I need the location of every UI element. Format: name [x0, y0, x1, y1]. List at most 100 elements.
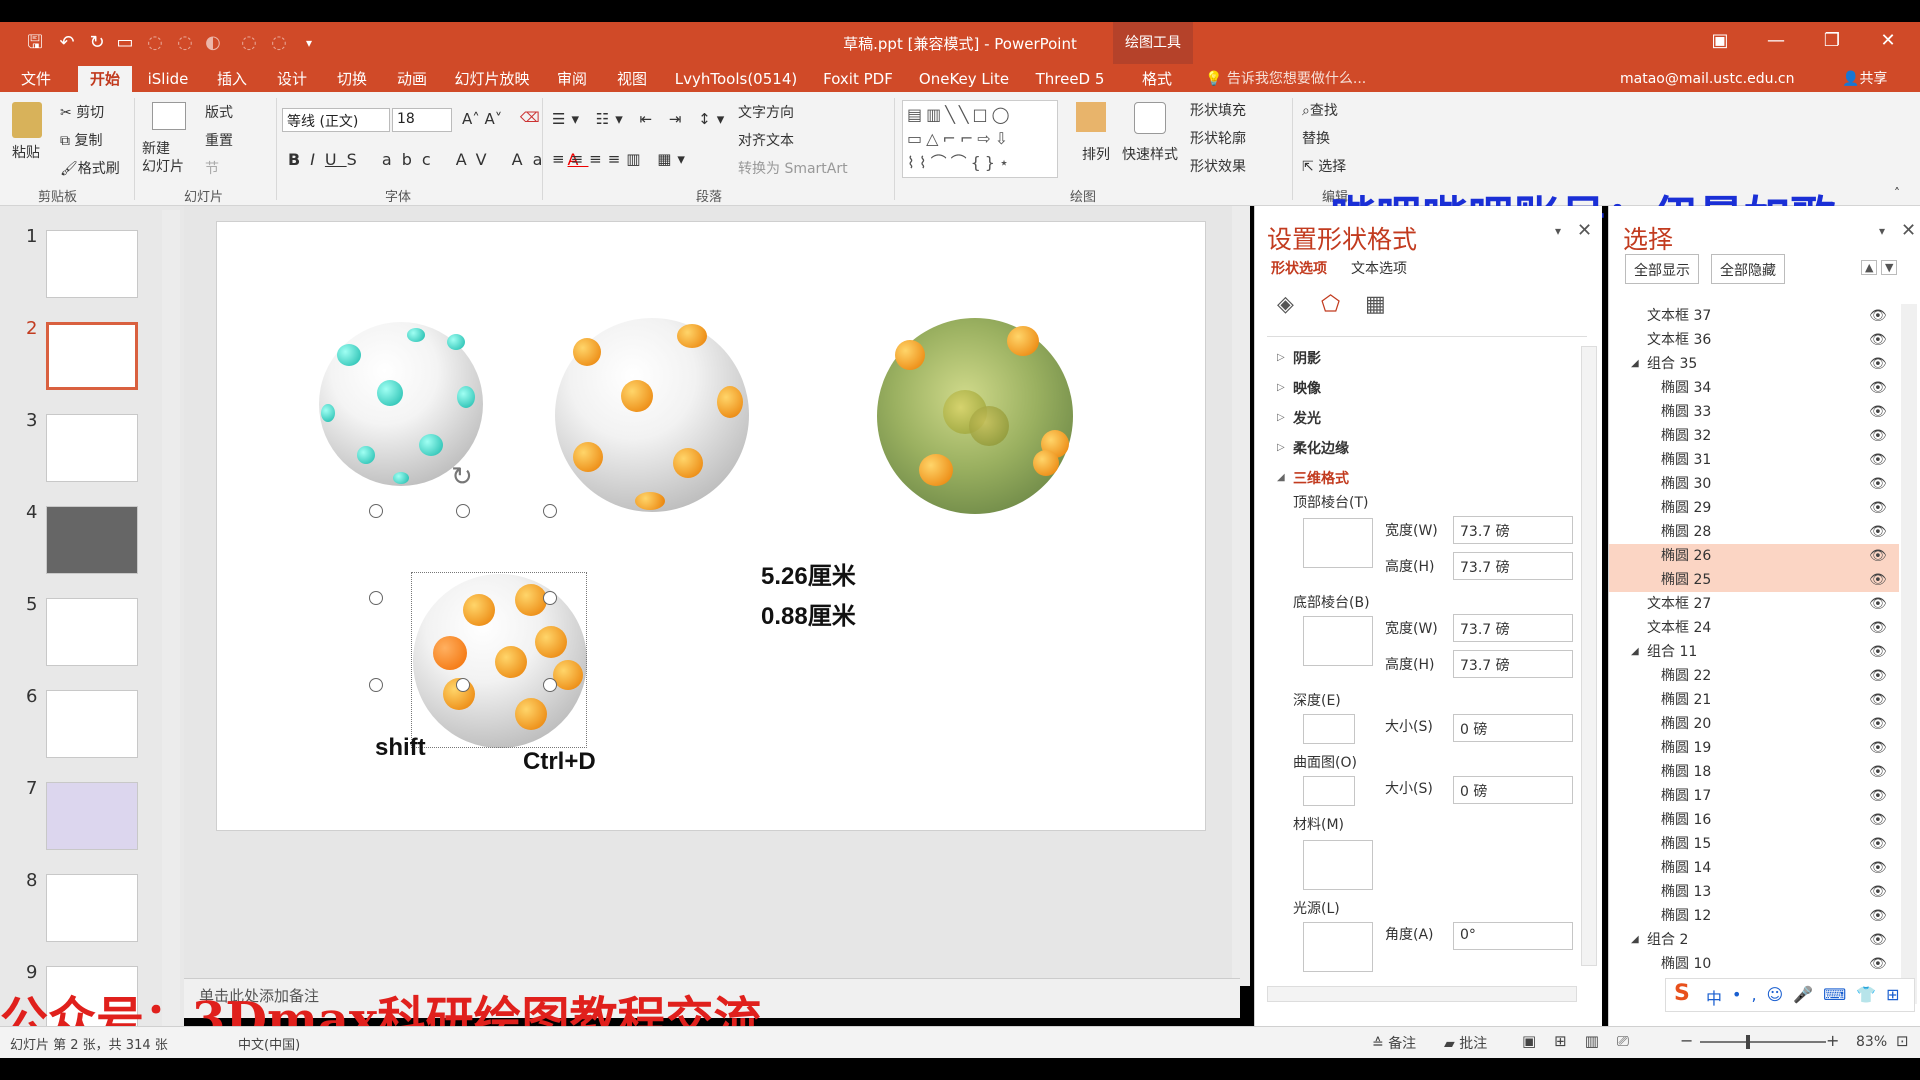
select-button[interactable]: ⇱ 选择 — [1302, 156, 1346, 176]
shape-effects-button[interactable]: 形状效果 — [1190, 156, 1246, 176]
tab-file[interactable]: 文件 — [12, 66, 60, 92]
selection-list-item[interactable]: 椭圆 33 👁 — [1609, 400, 1899, 424]
selection-list-item[interactable]: 文本框 27 👁 — [1609, 592, 1899, 616]
tab-lvyhtools[interactable]: LvyhTools(0514) — [672, 66, 800, 92]
selection-list-item[interactable]: 椭圆 31 👁 — [1609, 448, 1899, 472]
collapse-ribbon-icon[interactable]: ˄ — [1894, 186, 1900, 200]
arrange-button[interactable]: 排列 — [1082, 144, 1110, 164]
tab-review[interactable]: 审阅 — [550, 66, 594, 92]
section-button[interactable]: 节 — [205, 158, 219, 178]
top-bevel-height-input[interactable]: 73.7 磅 — [1453, 552, 1573, 580]
shape-outline-button[interactable]: 形状轮廓 — [1190, 128, 1246, 148]
selection-pane-scrollbar[interactable] — [1901, 304, 1917, 1004]
new-slide-button[interactable]: 新建 幻灯片 — [142, 140, 184, 176]
format-pane-scrollbar[interactable] — [1581, 346, 1597, 966]
collapse-icon[interactable]: ◢ — [1631, 928, 1639, 952]
section-3d-format[interactable]: 三维格式 — [1293, 468, 1349, 488]
font-name-select[interactable]: 等线 (正文) — [282, 108, 390, 132]
grow-font-icon[interactable]: A˄ A˅ — [462, 110, 502, 128]
tab-foxit-pdf[interactable]: Foxit PDF — [818, 66, 898, 92]
tab-view[interactable]: 视图 — [610, 66, 654, 92]
visibility-eye-icon[interactable]: 👁 — [1869, 616, 1887, 640]
paste-button[interactable]: 粘贴 — [12, 142, 40, 162]
visibility-eye-icon[interactable]: 👁 — [1869, 928, 1887, 952]
tab-threed5[interactable]: ThreeD 5 — [1030, 66, 1110, 92]
selection-handle[interactable] — [369, 591, 383, 605]
selection-handle[interactable] — [369, 678, 383, 692]
top-bevel-dropdown[interactable] — [1303, 518, 1373, 568]
zoom-in-icon[interactable]: + — [1826, 1031, 1839, 1050]
visibility-eye-icon[interactable]: 👁 — [1869, 496, 1887, 520]
fit-slide-icon[interactable]: ⊡ — [1896, 1032, 1909, 1050]
dimension-text-height[interactable]: 0.88厘米 — [761, 596, 856, 631]
cut-button[interactable]: ✂ 剪切 — [60, 102, 104, 122]
visibility-eye-icon[interactable]: 👁 — [1869, 880, 1887, 904]
zoom-slider-thumb[interactable] — [1746, 1035, 1750, 1049]
tab-insert[interactable]: 插入 — [210, 66, 254, 92]
selection-list-item[interactable]: 椭圆 14 👁 — [1609, 856, 1899, 880]
ribbon-display-options-icon[interactable]: ▣ — [1700, 30, 1740, 51]
hide-all-button[interactable]: 全部隐藏 — [1711, 254, 1785, 284]
selection-group-item[interactable]: ◢ 组合 2 👁 — [1609, 928, 1899, 952]
selection-handle[interactable] — [543, 678, 557, 692]
send-backward-icon[interactable]: ▼ — [1881, 260, 1898, 275]
visibility-eye-icon[interactable]: 👁 — [1869, 760, 1887, 784]
pane-options-icon[interactable]: ▾ — [1555, 224, 1561, 238]
tab-home[interactable]: 开始 — [78, 66, 132, 92]
selection-list-item[interactable]: 椭圆 30 👁 — [1609, 472, 1899, 496]
section-shadow[interactable]: 阴影 — [1293, 348, 1321, 368]
text-direction-button[interactable]: 文字方向 — [738, 102, 794, 122]
selection-list-item[interactable]: 椭圆 10 👁 — [1609, 952, 1899, 976]
bottom-bevel-height-input[interactable]: 73.7 磅 — [1453, 650, 1573, 678]
list-buttons[interactable]: ☰▾ ☷▾ ⇤ ⇥ ↕▾ — [552, 110, 730, 128]
selection-list-item[interactable]: 椭圆 32 👁 — [1609, 424, 1899, 448]
lighting-dropdown[interactable] — [1303, 922, 1373, 972]
slide-canvas[interactable]: ↻ 5.26厘米 0.88厘米 shift Ctrl+D — [216, 221, 1206, 831]
visibility-eye-icon[interactable]: 👁 — [1869, 544, 1887, 568]
zoom-slider[interactable] — [1700, 1041, 1826, 1043]
material-dropdown[interactable] — [1303, 840, 1373, 890]
slide-thumbnail[interactable] — [46, 874, 138, 942]
tab-onekey-lite[interactable]: OneKey Lite — [914, 66, 1014, 92]
tab-text-options[interactable]: 文本选项 — [1351, 258, 1407, 278]
selection-list-item[interactable]: 椭圆 18 👁 — [1609, 760, 1899, 784]
visibility-eye-icon[interactable]: 👁 — [1869, 304, 1887, 328]
rotate-handle-icon[interactable]: ↻ — [451, 462, 473, 492]
tab-slideshow[interactable]: 幻灯片放映 — [450, 66, 534, 92]
size-properties-icon[interactable]: ▦ — [1365, 292, 1386, 317]
slide-thumbnail[interactable] — [46, 598, 138, 666]
selection-handle[interactable] — [543, 591, 557, 605]
zoom-out-icon[interactable]: − — [1680, 1031, 1693, 1050]
tab-design[interactable]: 设计 — [270, 66, 314, 92]
selection-list-item[interactable]: 椭圆 28 👁 — [1609, 520, 1899, 544]
layout-button[interactable]: 版式 — [205, 102, 233, 122]
language-indicator[interactable]: 中文(中国) — [238, 1034, 300, 1053]
visibility-eye-icon[interactable]: 👁 — [1869, 952, 1887, 976]
visibility-eye-icon[interactable]: 👁 — [1869, 328, 1887, 352]
slide-thumbnail[interactable] — [46, 414, 138, 482]
tab-shape-options[interactable]: 形状选项 — [1271, 258, 1327, 278]
replace-button[interactable]: 替换 — [1302, 128, 1330, 148]
quick-styles-icon[interactable] — [1134, 102, 1166, 134]
depth-size-input[interactable]: 0 磅 — [1453, 714, 1573, 742]
shapes-gallery[interactable]: ▤▥╲╲□◯ ▭△⌐⌐⇨⇩ ⌇⌇⌒⌒{}⋆ — [902, 100, 1058, 178]
visibility-eye-icon[interactable]: 👁 — [1869, 640, 1887, 664]
contour-color-dropdown[interactable] — [1303, 776, 1355, 806]
selection-list-item[interactable]: 椭圆 25 👁 — [1609, 568, 1899, 592]
notes-button[interactable]: ≙ 备注 — [1372, 1033, 1416, 1053]
visibility-eye-icon[interactable]: 👁 — [1869, 376, 1887, 400]
ime-toolbar[interactable]: S 中 •,☺🎤⌨👕⊞ — [1665, 978, 1915, 1012]
view-buttons[interactable]: ▣⊞▥⎚ — [1522, 1032, 1647, 1050]
visibility-eye-icon[interactable]: 👁 — [1869, 520, 1887, 544]
visibility-eye-icon[interactable]: 👁 — [1869, 688, 1887, 712]
selection-list-item[interactable]: 椭圆 34 👁 — [1609, 376, 1899, 400]
format-pane-hscrollbar[interactable] — [1267, 986, 1577, 1002]
visibility-eye-icon[interactable]: 👁 — [1869, 808, 1887, 832]
tab-transitions[interactable]: 切换 — [330, 66, 374, 92]
visibility-eye-icon[interactable]: 👁 — [1869, 784, 1887, 808]
section-soft-edges[interactable]: 柔化边缘 — [1293, 438, 1349, 458]
find-button[interactable]: ⌕查找 — [1302, 100, 1338, 120]
selection-list-item[interactable]: 文本框 24 👁 — [1609, 616, 1899, 640]
bring-forward-icon[interactable]: ▲ — [1861, 260, 1878, 275]
effects-icon[interactable]: ⬠ — [1321, 292, 1340, 317]
